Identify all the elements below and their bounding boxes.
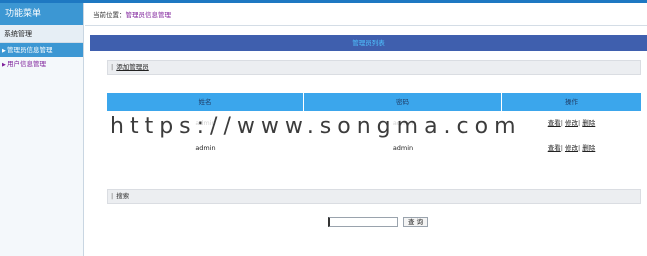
view-link[interactable]: 查看 [548, 119, 561, 127]
cell-actions: 查看| 修改| 删除 [502, 117, 641, 129]
add-admin-link[interactable]: 添加管理员 [116, 63, 149, 71]
sidebar-item-admin-info[interactable]: ▶管理员信息管理 [0, 43, 83, 57]
edit-link[interactable]: 修改 [565, 119, 578, 127]
panel-header: 管理员列表 [90, 35, 647, 51]
sidebar-section-system[interactable]: 系统管理 [0, 25, 83, 43]
breadcrumb: 当前位置：管理员信息管理 [93, 9, 171, 19]
separator: | [560, 144, 563, 152]
breadcrumb-prefix: 当前位置： [93, 11, 126, 19]
cell-name: admin [195, 144, 216, 152]
search-button[interactable]: 查 询 [403, 217, 429, 227]
sidebar-item-user-info[interactable]: ▶用户信息管理 [0, 57, 83, 71]
separator: | [578, 144, 581, 152]
sidebar-item-label: 用户信息管理 [7, 60, 46, 68]
cell-actions: 查看| 修改| 删除 [502, 142, 641, 154]
sidebar-title: 功能菜单 [0, 3, 83, 25]
breadcrumb-current[interactable]: 管理员信息管理 [126, 11, 172, 19]
watermark: https://www.songma.com [90, 112, 516, 142]
separator: | [560, 119, 563, 127]
column-header-password: 密码 [304, 93, 502, 111]
cell-password: admin [392, 144, 414, 152]
table-header: 姓名 密码 操作 [107, 93, 641, 111]
view-link[interactable]: 查看 [548, 144, 561, 152]
search-label: 搜索 [116, 192, 130, 200]
sidebar-item-label: 管理员信息管理 [7, 46, 53, 54]
delete-link[interactable]: 删除 [582, 119, 595, 127]
search-bar: | 搜索 [107, 189, 641, 204]
column-header-actions: 操作 [502, 93, 641, 111]
table-row: admin admin 查看| 修改| 删除 [107, 142, 641, 154]
edit-link[interactable]: 修改 [565, 144, 578, 152]
search-input[interactable] [328, 217, 398, 227]
toolbar-separator: | [111, 192, 114, 200]
search-form: 查 询 [328, 217, 429, 228]
column-header-name: 姓名 [107, 93, 304, 111]
toolbar-separator: | [111, 63, 114, 71]
divider [85, 25, 647, 26]
delete-link[interactable]: 删除 [582, 144, 595, 152]
toolbar: | 添加管理员 [107, 60, 641, 75]
sidebar: 功能菜单 系统管理 ▶管理员信息管理 ▶用户信息管理 [0, 3, 84, 256]
separator: | [578, 119, 581, 127]
